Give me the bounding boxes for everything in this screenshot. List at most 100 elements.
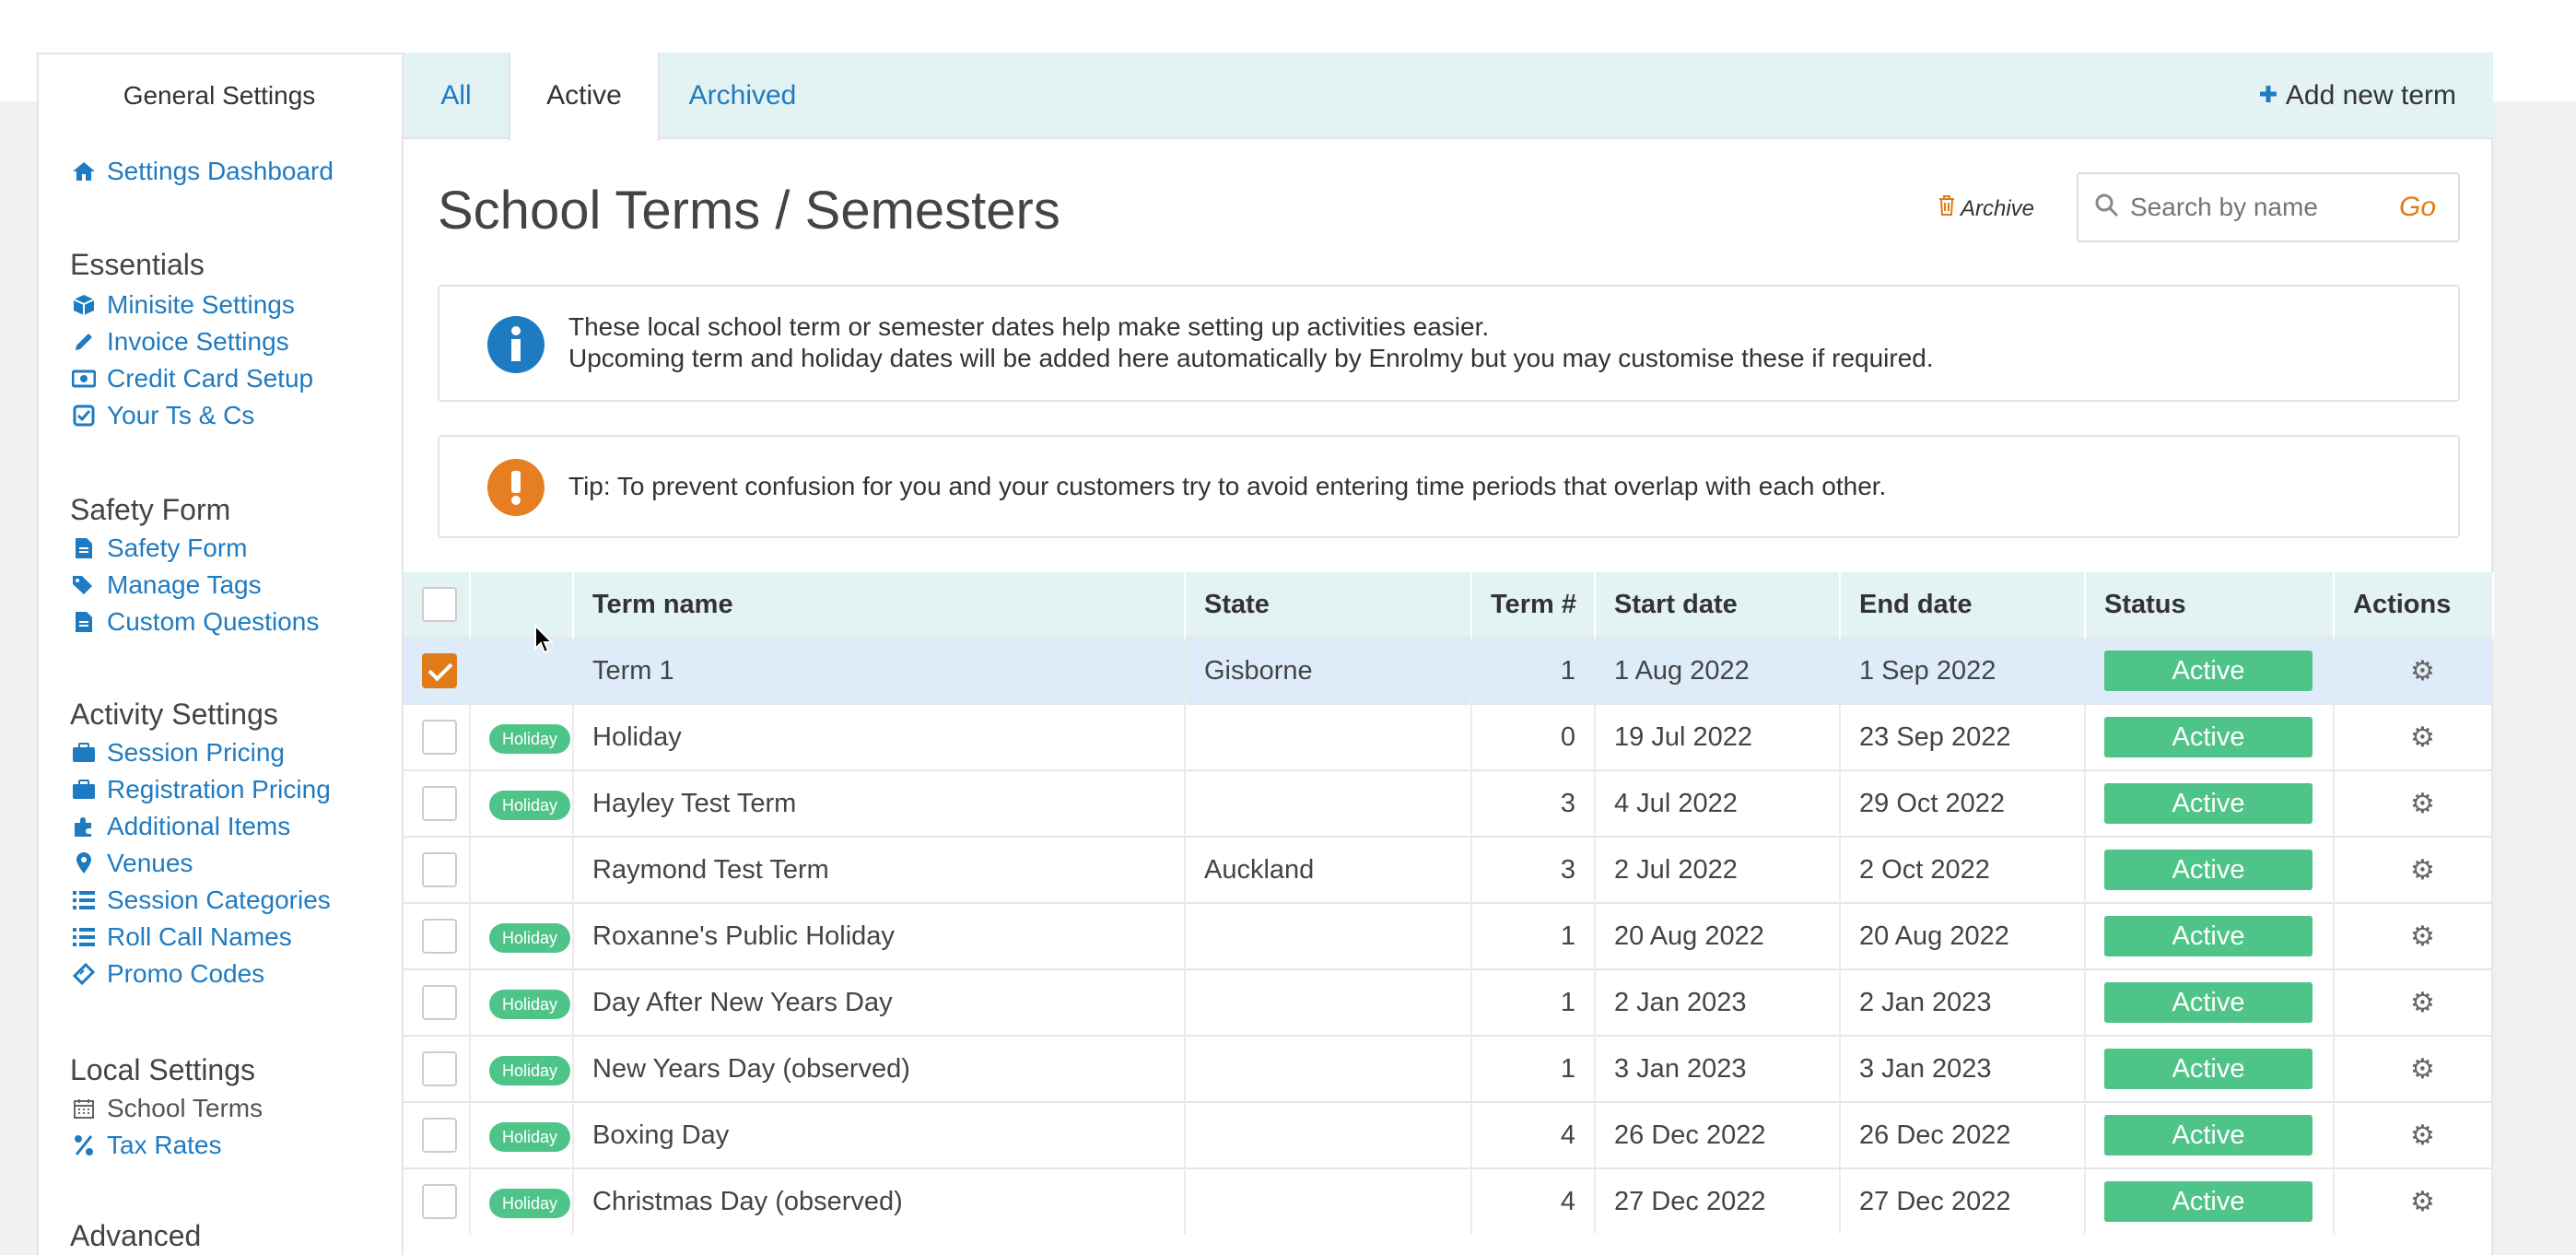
end-date-cell: 26 Dec 2022 xyxy=(1840,1101,2086,1168)
term-number-cell: 1 xyxy=(1471,1035,1596,1102)
table-row[interactable]: Holiday Holiday 0 19 Jul 2022 23 Sep 2022 Act… xyxy=(404,703,2494,770)
status-cell: Active xyxy=(2085,968,2335,1036)
tab-all[interactable]: All xyxy=(404,53,509,139)
gear-icon[interactable]: ⚙ xyxy=(2353,854,2491,886)
select-all-checkbox[interactable] xyxy=(422,587,457,622)
search-input[interactable] xyxy=(2128,192,2390,223)
table-row[interactable]: Holiday Hayley Test Term 3 4 Jul 2022 29 Oct… xyxy=(404,769,2494,837)
ticket-icon xyxy=(72,962,96,986)
percent-icon xyxy=(72,1133,96,1157)
pencil-icon xyxy=(72,330,96,354)
gear-icon[interactable]: ⚙ xyxy=(2353,1120,2491,1152)
row-checkbox[interactable] xyxy=(422,653,457,688)
column-header-state[interactable]: State xyxy=(1185,572,1472,638)
exclamation-icon xyxy=(487,459,544,516)
status-cell: Active xyxy=(2085,1101,2335,1168)
sidebar-item-label: Venues xyxy=(107,849,193,877)
gear-icon[interactable]: ⚙ xyxy=(2353,655,2491,687)
column-header-start-date[interactable]: Start date xyxy=(1595,572,1841,638)
table-row[interactable]: Holiday Roxanne's Public Holiday 1 20 Aug 2… xyxy=(404,902,2494,969)
sidebar-item-label: Roll Call Names xyxy=(107,922,292,951)
end-date-cell: 3 Jan 2023 xyxy=(1840,1035,2086,1102)
row-tag-cell: Holiday xyxy=(470,769,574,837)
row-checkbox[interactable] xyxy=(422,720,457,755)
table-row[interactable]: Holiday Boxing Day 4 26 Dec 2022 26 Dec 2022… xyxy=(404,1101,2494,1168)
row-checkbox[interactable] xyxy=(422,919,457,954)
sidebar-item-school-terms[interactable]: School Terms xyxy=(72,1094,263,1123)
state-cell: Gisborne xyxy=(1185,637,1472,704)
archive-button[interactable]: Archive xyxy=(1938,195,2034,222)
start-date-cell: 3 Jan 2023 xyxy=(1595,1035,1841,1102)
search-go-button[interactable]: Go xyxy=(2399,192,2436,223)
info-callout: These local school term or semester date… xyxy=(438,285,2460,402)
sidebar-item-settings-dashboard[interactable]: Settings Dashboard xyxy=(72,157,334,186)
table-row[interactable]: Term 1 Gisborne 1 1 Aug 2022 1 Sep 2022 Activ… xyxy=(404,637,2494,704)
sidebar-item-roll-call-names[interactable]: Roll Call Names xyxy=(72,922,292,952)
actions-cell: ⚙ xyxy=(2334,703,2494,770)
sidebar-item-credit-card-setup[interactable]: Credit Card Setup xyxy=(72,364,313,393)
row-checkbox[interactable] xyxy=(422,1051,457,1086)
start-date-cell: 19 Jul 2022 xyxy=(1595,703,1841,770)
end-date-cell: 20 Aug 2022 xyxy=(1840,902,2086,969)
row-checkbox[interactable] xyxy=(422,1184,457,1219)
gear-icon[interactable]: ⚙ xyxy=(2353,1053,2491,1085)
column-header-status[interactable]: Status xyxy=(2085,572,2335,638)
tab-archived[interactable]: Archived xyxy=(660,53,825,139)
status-badge: Active xyxy=(2104,717,2313,757)
briefcase-icon xyxy=(72,778,96,802)
sidebar-item-invoice-settings[interactable]: Invoice Settings xyxy=(72,327,289,357)
sidebar-item-additional-items[interactable]: Additional Items xyxy=(72,812,290,841)
info-line-2: Upcoming term and holiday dates will be … xyxy=(568,344,1934,372)
tip-text: Tip: To prevent confusion for you and yo… xyxy=(568,472,1887,500)
row-tag-cell xyxy=(470,836,574,903)
term-name-cell: Raymond Test Term xyxy=(573,836,1186,903)
holiday-badge: Holiday xyxy=(489,1121,571,1152)
term-name-cell: Term 1 xyxy=(573,637,1186,704)
gear-icon[interactable]: ⚙ xyxy=(2353,721,2491,754)
sidebar-item-minisite-settings[interactable]: Minisite Settings xyxy=(72,290,295,320)
tab-active[interactable]: Active xyxy=(509,53,660,141)
checkbox-icon xyxy=(72,404,96,428)
gear-icon[interactable]: ⚙ xyxy=(2353,1186,2491,1218)
status-cell: Active xyxy=(2085,902,2335,969)
table-row[interactable]: Raymond Test Term Auckland 3 2 Jul 2022 2 Oc… xyxy=(404,836,2494,903)
start-date-cell: 2 Jan 2023 xyxy=(1595,968,1841,1036)
gear-icon[interactable]: ⚙ xyxy=(2353,788,2491,820)
table-row[interactable]: Holiday New Years Day (observed) 1 3 Jan 20… xyxy=(404,1035,2494,1102)
sidebar-item-venues[interactable]: Venues xyxy=(72,849,193,878)
holiday-badge: Holiday xyxy=(489,989,571,1019)
gear-icon[interactable]: ⚙ xyxy=(2353,921,2491,953)
home-icon xyxy=(72,159,96,183)
sidebar-item-tax-rates[interactable]: Tax Rates xyxy=(72,1131,222,1160)
end-date-cell: 23 Sep 2022 xyxy=(1840,703,2086,770)
section-heading-local-settings: Local Settings xyxy=(70,1053,256,1086)
row-checkbox[interactable] xyxy=(422,1118,457,1153)
sidebar-item-session-categories[interactable]: Session Categories xyxy=(72,886,331,915)
sidebar-item-session-pricing[interactable]: Session Pricing xyxy=(72,738,285,768)
row-tag-cell: Holiday xyxy=(470,1035,574,1102)
row-select-cell xyxy=(404,1101,471,1168)
add-new-term-button[interactable]: Add new term xyxy=(2258,53,2456,139)
sidebar-item-registration-pricing[interactable]: Registration Pricing xyxy=(72,775,331,804)
status-cell: Active xyxy=(2085,1167,2335,1234)
start-date-cell: 26 Dec 2022 xyxy=(1595,1101,1841,1168)
column-header-term-name[interactable]: Term name xyxy=(573,572,1186,638)
table-row[interactable]: Holiday Day After New Years Day 1 2 Jan 202… xyxy=(404,968,2494,1036)
row-select-cell xyxy=(404,968,471,1036)
sidebar-item-ts-and-cs[interactable]: Your Ts & Cs xyxy=(72,401,254,430)
sidebar-item-safety-form[interactable]: Safety Form xyxy=(72,534,247,563)
table-row[interactable]: Holiday Christmas Day (observed) 4 27 Dec 2… xyxy=(404,1167,2494,1234)
row-checkbox[interactable] xyxy=(422,786,457,821)
sidebar-item-manage-tags[interactable]: Manage Tags xyxy=(72,570,262,600)
sidebar-item-custom-questions[interactable]: Custom Questions xyxy=(72,607,319,637)
row-tag-cell: Holiday xyxy=(470,968,574,1036)
sidebar-item-promo-codes[interactable]: Promo Codes xyxy=(72,959,264,989)
file-icon xyxy=(72,610,96,634)
column-header-term-number[interactable]: Term # xyxy=(1471,572,1596,638)
row-checkbox[interactable] xyxy=(422,852,457,887)
gear-icon[interactable]: ⚙ xyxy=(2353,987,2491,1019)
column-header-end-date[interactable]: End date xyxy=(1840,572,2086,638)
state-cell xyxy=(1185,1167,1472,1234)
sidebar-item-label: School Terms xyxy=(107,1094,263,1122)
row-checkbox[interactable] xyxy=(422,985,457,1020)
